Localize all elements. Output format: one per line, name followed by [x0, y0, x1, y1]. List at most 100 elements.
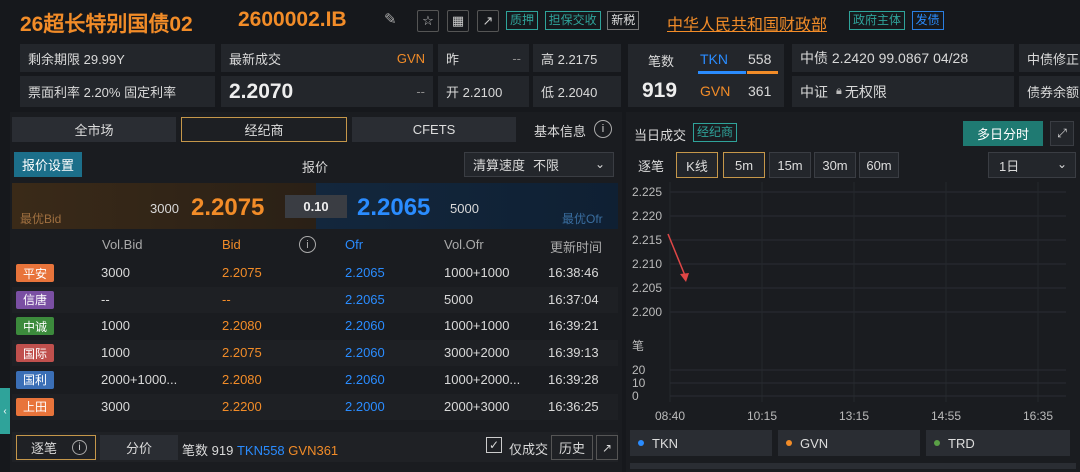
cell-time: 16:36:25	[548, 398, 599, 414]
price-tick-label: 2.210	[632, 257, 662, 271]
cell-vol-ofr: 2000+3000	[444, 398, 510, 414]
col-vol-ofr: Vol.Ofr	[444, 237, 484, 252]
csi-valuation: 中证 🔒︎ 无权限	[792, 76, 1014, 107]
calculator-icon[interactable]: ▦	[447, 10, 469, 32]
broker-badge: 信唐	[16, 290, 54, 309]
chart-icon[interactable]: ↗	[477, 10, 499, 32]
cell-ofr: 2.2065	[345, 291, 385, 307]
bond-tags: 质押 担保交收 新税	[503, 11, 640, 30]
star-icon[interactable]: ☆	[417, 10, 439, 32]
info-icon: i	[72, 440, 87, 455]
arrow-head	[680, 273, 689, 282]
best-ofr-price[interactable]: 2.2065	[357, 194, 430, 222]
volume-tick-label: 10	[632, 376, 646, 390]
cell-vol-ofr: 1000+1000	[444, 265, 510, 280]
col-vol-bid: Vol.Bid	[102, 237, 143, 252]
table-row[interactable]: 国利 2000+1000... 2.2080 2.2060 1000+2000... 16…	[12, 366, 618, 393]
cell-vol-ofr: 1000+1000	[444, 318, 510, 334]
basic-info-label[interactable]: 基本信息	[534, 121, 586, 140]
legend-tkn: TKN	[630, 430, 772, 456]
only-trade-checkbox[interactable]: ✓	[486, 437, 502, 453]
cell-ofr: 2.2000	[345, 398, 385, 414]
only-trade-label[interactable]: 仅成交	[509, 439, 548, 458]
time-tick-label: 14:55	[931, 409, 961, 423]
cell-bid: 2.2075	[222, 345, 262, 361]
external-link-icon[interactable]: ↗	[596, 435, 618, 460]
cell-ofr: 2.2065	[345, 265, 385, 280]
tab-15m[interactable]: 15m	[769, 152, 811, 178]
table-row[interactable]: 中诚 1000 2.2080 2.2060 1000+1000 16:39:21	[12, 313, 618, 340]
legend-gvn: GVN	[778, 430, 920, 456]
arrow-annotation	[667, 233, 687, 279]
table-row[interactable]: 平安 3000 2.2075 2.2065 1000+1000 16:38:46	[12, 260, 618, 286]
today-trades-label: 当日成交	[634, 128, 687, 143]
info-icon[interactable]: i	[594, 120, 612, 138]
tick-button[interactable]: 逐笔 i	[16, 435, 96, 460]
chevron-down-icon: ⌄	[1056, 157, 1067, 171]
kline-chart[interactable]: 2.225 2.220 2.215 2.210 2.205 2.200 笔 20100 08:4…	[626, 182, 1080, 430]
high-cell: 高 2.2175	[533, 44, 621, 72]
tab-all-market[interactable]: 全市场	[12, 117, 176, 142]
table-row[interactable]: 上田 3000 2.2200 2.2000 2000+3000 16:36:25	[12, 393, 618, 420]
best-bid-label: 最优Bid	[20, 212, 62, 226]
issuer-tags: 政府主体 发债	[846, 11, 944, 30]
table-row[interactable]: 国际 1000 2.2075 2.2060 3000+2000 16:39:13	[12, 340, 618, 367]
time-tick-label: 08:40	[655, 409, 685, 423]
tag-guarantee: 担保交收	[544, 11, 601, 30]
last-trade-label-cell: 最新成交 GVN	[221, 44, 433, 72]
remaining-term: 剩余期限 29.99Y	[20, 44, 215, 72]
issuer-name[interactable]: 中华人民共和国财政部	[667, 11, 827, 35]
edit-icon[interactable]: ✎	[384, 10, 397, 28]
cell-ofr: 2.2060	[345, 371, 385, 387]
price-tick-label: 2.200	[632, 305, 662, 319]
low-cell: 低 2.2040	[533, 76, 621, 107]
cell-ofr: 2.2060	[345, 345, 385, 361]
tab-30m[interactable]: 30m	[814, 152, 856, 178]
bottom-trade-stats: 笔数 919 TKN558 GVN361	[182, 443, 339, 458]
price-tick-label: 2.225	[632, 185, 662, 199]
broker-badge: 中诚	[16, 317, 54, 336]
price-button[interactable]: 分价	[100, 435, 178, 460]
cell-vol-bid: 1000	[101, 318, 130, 334]
trade-count-cell: 笔数 919 TKN 558 GVN 361	[628, 44, 784, 107]
cell-ofr: 2.2060	[345, 318, 385, 334]
title-bar: 26超长特别国债02 2600002.IB ✎ ☆ ▦ ↗ 质押 担保交收 新税…	[0, 0, 1080, 42]
broker-tag: 经纪商	[693, 123, 738, 142]
tag-gov-entity: 政府主体	[849, 11, 906, 30]
tab-kline[interactable]: K线	[676, 152, 718, 178]
price-tick-label: 2.205	[632, 281, 662, 295]
cell-vol-bid: 1000	[101, 345, 130, 361]
collapse-handle[interactable]: ‹	[0, 388, 10, 434]
table-row[interactable]: 信唐 -- -- 2.2065 5000 16:37:04	[12, 286, 618, 313]
tab-5m[interactable]: 5m	[723, 152, 765, 178]
gvn-dot	[786, 440, 792, 446]
bond-code: 2600002.IB	[238, 8, 347, 31]
history-button[interactable]: 历史	[551, 435, 593, 460]
cell-vol-bid: --	[101, 291, 110, 307]
prev-close-cell: 昨 --	[438, 44, 529, 72]
best-bid-price[interactable]: 2.2075	[191, 194, 264, 222]
quote-label: 报价	[302, 160, 329, 175]
time-tick-label: 13:15	[839, 409, 869, 423]
cell-bid: 2.2080	[222, 371, 262, 387]
chart-scrollbar[interactable]	[630, 463, 1076, 469]
tab-broker[interactable]: 经纪商	[181, 117, 347, 142]
legend-trd: TRD	[926, 430, 1070, 456]
clearing-speed-select[interactable]: 清算速度 不限 ⌄	[464, 152, 614, 177]
tab-cfets[interactable]: CFETS	[352, 117, 516, 142]
multi-day-button[interactable]: 多日分时	[963, 121, 1043, 146]
best-ofr-volume: 5000	[450, 201, 479, 216]
gvn-ratio	[746, 71, 778, 74]
period-select[interactable]: 1日 ⌄	[988, 152, 1076, 178]
cell-bid: 2.2080	[222, 318, 262, 334]
expand-icon[interactable]: ⤢	[1050, 121, 1074, 146]
time-tick-label: 10:15	[747, 409, 777, 423]
cell-time: 16:39:13	[548, 345, 599, 361]
tab-tick[interactable]: 逐笔	[630, 152, 672, 178]
col-update-time: 更新时间	[550, 240, 603, 255]
tab-60m[interactable]: 60m	[859, 152, 899, 178]
bond-name: 26超长特别国债02	[20, 13, 193, 36]
tag-pledge: 质押	[506, 11, 539, 30]
quote-settings-button[interactable]: 报价设置	[14, 152, 82, 177]
cell-vol-bid: 3000	[101, 398, 130, 414]
